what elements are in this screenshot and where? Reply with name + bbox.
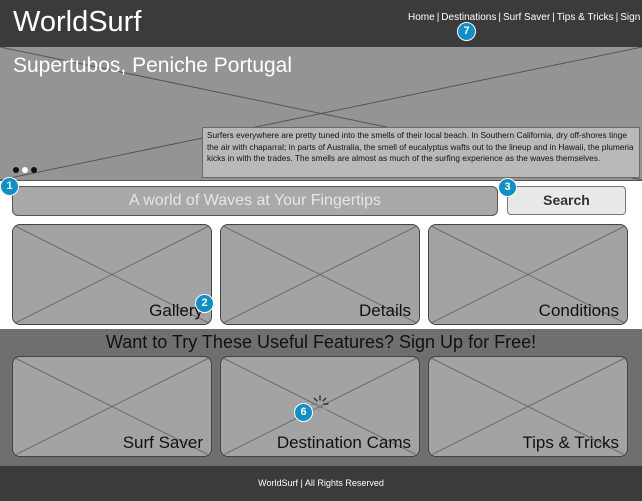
top-nav: Home | Destinations | Surf Saver | Tips & Tric…	[408, 12, 642, 23]
site-logo[interactable]: WorldSurf	[13, 6, 141, 39]
signup-title: Want to Try These Useful Features? Sign …	[105, 332, 537, 352]
nav-home[interactable]: Home	[408, 12, 435, 23]
destination-cams-label: Destination Cams	[276, 433, 411, 452]
hero-image-placeholder: Supertubos, Peniche Portugal Surfers eve…	[0, 47, 642, 181]
carousel-dot-1[interactable]	[13, 167, 19, 173]
search-input[interactable]: A world of Waves at Your Fingertips	[12, 186, 498, 216]
carousel-dot-3[interactable]	[31, 167, 37, 173]
annotation-badge-7: 7	[457, 22, 476, 41]
destination-cams-tile[interactable]: Destination Cams	[220, 356, 420, 457]
nav-surf-saver[interactable]: Surf Saver	[503, 12, 550, 23]
conditions-label: Conditions	[538, 301, 619, 320]
loading-spinner-icon	[311, 395, 329, 413]
surf-saver-label: Surf Saver	[122, 433, 203, 452]
carousel-dot-2[interactable]	[22, 167, 28, 173]
nav-sign-in[interactable]: Sign In	[620, 12, 642, 23]
tips-tricks-label: Tips & Tricks	[522, 433, 619, 452]
hero-description: Surfers everywhere are pretty tuned into…	[202, 127, 640, 178]
annotation-badge-3: 3	[498, 178, 517, 197]
annotation-badge-2: 2	[195, 294, 214, 313]
annotation-badge-6: 6	[294, 403, 313, 422]
annotation-badge-1: 1	[0, 177, 19, 196]
search-button[interactable]: Search	[507, 186, 626, 215]
tips-tricks-tile[interactable]: Tips & Tricks	[428, 356, 628, 457]
nav-tips-tricks[interactable]: Tips & Tricks	[557, 12, 614, 23]
conditions-tile[interactable]: Conditions	[428, 224, 628, 325]
details-label: Details	[359, 301, 411, 320]
surf-saver-tile[interactable]: Surf Saver	[12, 356, 212, 457]
gallery-tile[interactable]: Gallery	[12, 224, 212, 325]
details-tile[interactable]: Details	[220, 224, 420, 325]
hero-title: Supertubos, Peniche Portugal	[13, 54, 293, 77]
site-footer: WorldSurf | All Rights Reserved	[0, 466, 642, 501]
